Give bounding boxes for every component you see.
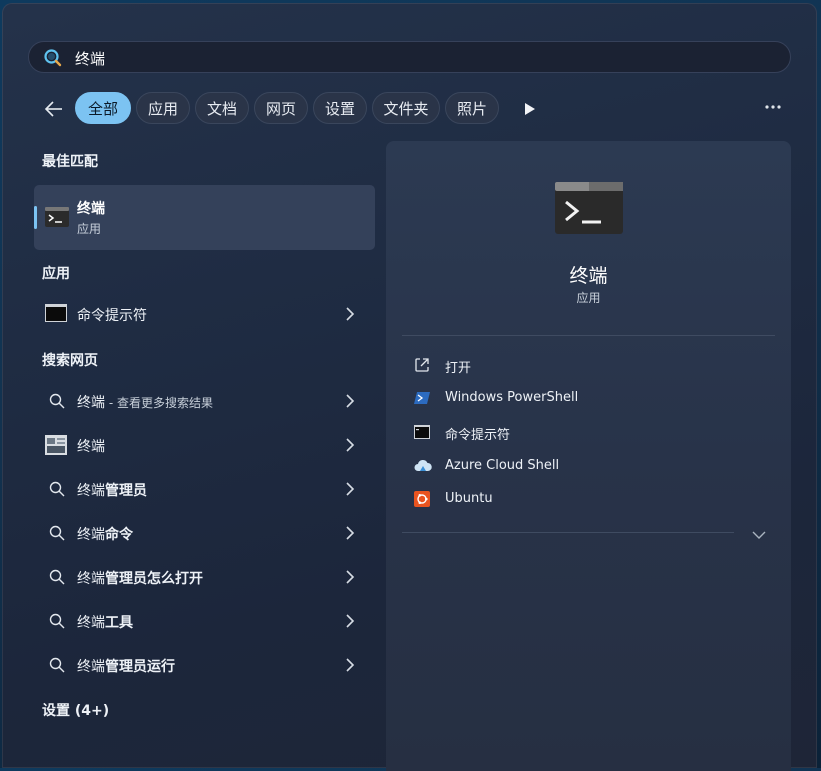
action-label: Windows PowerShell [445, 390, 579, 405]
web-result-see-more[interactable]: 终端 - 查看更多搜索结果 [34, 381, 375, 421]
web-result-suffix: 工具 [105, 615, 133, 631]
web-thumbnail-icon [45, 435, 67, 459]
tab-folders[interactable]: 文件夹 [372, 92, 440, 124]
detail-pane: 终端 应用 打开 Windows PowerShell 命令提示符 Azure … [386, 141, 791, 771]
chevron-right-icon [345, 613, 355, 632]
start-search-panel: 终端 全部 应用 文档 网页 设置 文件夹 照片 最佳匹配 终端 应用 应用 命… [2, 3, 817, 771]
web-result-label: 终端管理员怎么打开 [77, 568, 203, 588]
web-result-admin-run[interactable]: 终端管理员运行 [34, 645, 375, 685]
best-match-title: 终端 [77, 201, 105, 217]
chevron-right-icon [345, 306, 355, 325]
web-result-label: 终端 [77, 439, 105, 455]
selection-indicator [34, 206, 37, 229]
web-result-suffix: 管理员怎么打开 [105, 571, 203, 587]
cmd-icon [45, 304, 67, 326]
web-result-query: 终端 [77, 395, 105, 411]
web-result-query: 终端 [77, 571, 105, 587]
ubuntu-icon [414, 491, 430, 511]
terminal-icon [555, 182, 623, 238]
web-result-query: 终端 [77, 659, 105, 675]
web-result-label: 终端工具 [77, 612, 133, 632]
web-result-tools[interactable]: 终端工具 [34, 601, 375, 641]
more-tabs-arrow-icon[interactable] [524, 101, 536, 120]
web-result-suffix: - 查看更多搜索结果 [105, 396, 213, 410]
tab-settings[interactable]: 设置 [313, 92, 367, 124]
back-arrow-icon[interactable] [43, 98, 65, 120]
detail-title: 终端 [569, 265, 608, 287]
web-result-query: 终端 [77, 527, 105, 543]
chevron-right-icon [345, 657, 355, 676]
web-result-command[interactable]: 终端命令 [34, 513, 375, 553]
tab-photos[interactable]: 照片 [445, 92, 499, 124]
web-search-heading: 搜索网页 [42, 353, 98, 369]
chevron-down-icon[interactable] [752, 525, 766, 544]
search-icon [49, 481, 65, 501]
web-result-query: 终端 [77, 615, 105, 631]
search-icon [49, 657, 65, 677]
cmd-icon [414, 424, 430, 443]
search-box[interactable]: 终端 [28, 41, 791, 73]
search-icon [43, 48, 63, 72]
action-label: Azure Cloud Shell [445, 458, 560, 473]
detail-subtitle: 应用 [576, 291, 601, 305]
tab-documents[interactable]: 文档 [195, 92, 249, 124]
tab-apps[interactable]: 应用 [136, 92, 190, 124]
web-result-admin-open[interactable]: 终端管理员怎么打开 [34, 557, 375, 597]
chevron-right-icon [345, 525, 355, 544]
chevron-right-icon [345, 481, 355, 500]
web-result-suffix: 命令 [105, 527, 133, 543]
chevron-right-icon [345, 437, 355, 456]
web-result-label: 终端 - 查看更多搜索结果 [77, 392, 213, 412]
terminal-icon [45, 207, 69, 231]
web-result-label: 终端管理员运行 [77, 656, 175, 676]
best-match-item[interactable]: 终端 应用 [34, 185, 375, 250]
settings-heading[interactable]: 设置 (4+) [42, 700, 109, 720]
divider [402, 335, 775, 336]
best-match-heading: 最佳匹配 [42, 154, 98, 170]
action-label: 打开 [445, 361, 472, 376]
web-result-suffix: 管理员运行 [105, 659, 175, 675]
more-options-icon[interactable] [764, 98, 782, 121]
app-item-label: 命令提示符 [77, 308, 147, 324]
search-icon [49, 569, 65, 589]
apps-heading: 应用 [42, 266, 70, 282]
web-result-query: 终端 [77, 483, 105, 499]
best-match-subtitle: 应用 [77, 222, 102, 236]
app-item-cmd[interactable]: 命令提示符 [34, 294, 375, 334]
web-result-label: 终端命令 [77, 524, 133, 544]
web-result-thumbnail[interactable]: 终端 [34, 425, 375, 465]
powershell-icon [414, 390, 430, 410]
chevron-right-icon [345, 569, 355, 588]
search-icon [49, 525, 65, 545]
web-result-admin[interactable]: 终端管理员 [34, 469, 375, 509]
azure-cloud-icon [414, 458, 432, 477]
search-icon [49, 613, 65, 633]
search-icon [49, 393, 65, 413]
tab-web[interactable]: 网页 [254, 92, 308, 124]
open-external-icon [414, 357, 430, 377]
web-result-label: 终端管理员 [77, 480, 147, 500]
divider [402, 532, 734, 533]
web-result-suffix: 管理员 [105, 483, 147, 499]
tab-all[interactable]: 全部 [75, 92, 131, 124]
action-label: Ubuntu [445, 491, 493, 506]
filter-bar: 全部 应用 文档 网页 设置 文件夹 照片 [2, 92, 821, 126]
search-input[interactable]: 终端 [75, 48, 105, 69]
chevron-right-icon [345, 393, 355, 412]
action-label: 命令提示符 [445, 428, 511, 443]
